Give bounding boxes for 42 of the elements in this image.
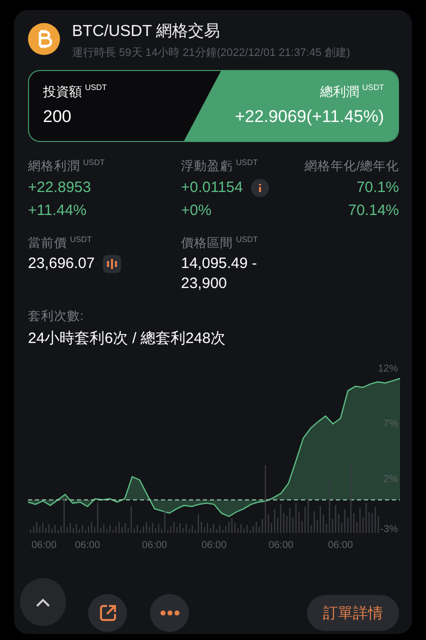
stat-label: 網格利潤 [28,158,80,175]
x-tick-label: 06:00 [268,540,294,551]
x-tick-label: 06:00 [328,540,353,551]
unit-label: USDT [83,158,105,168]
stat-value: +22.8953 [28,178,92,198]
stat-label: 套利次數: [28,308,84,325]
y-tick-label: -3% [380,524,398,535]
stat-value: 70.1% [356,178,399,198]
stat-label: 總利潤 [320,83,360,100]
unit-label: USDT [362,83,384,93]
order-details-button[interactable]: 訂單詳情 [307,595,399,631]
x-tick-label: 06:00 [31,540,57,551]
y-tick-label: 12% [378,364,398,375]
stat-value: 70.14% [348,201,399,221]
unit-label: USDT [85,83,107,93]
candlestick-icon[interactable] [102,255,121,273]
stat-value: +0.01154 [181,178,243,198]
stat-label: 網格年化/總年化 [304,158,399,175]
investment-value: 200 [43,106,72,128]
stat-value: +11.44% [28,201,88,221]
more-icon [160,610,180,616]
arbitrage-count: 24小時套利6次 / 總套利248次 [28,329,227,349]
runtime-text: 運行時長 59天 14小時 21分鐘(2022/12/01 21:37:45 創建) [72,46,350,60]
stat-value: +0% [181,201,212,221]
chevron-up-icon [36,598,50,606]
unit-label: USDT [236,235,258,245]
stat-label: 浮動盈虧 [181,158,233,175]
current-price: 23,696.07 [28,254,95,274]
share-icon [98,604,116,622]
stat-label: 當前價 [28,235,67,252]
bitcoin-icon [28,23,60,55]
page-title: BTC/USDT 網格交易 [72,22,222,42]
info-icon[interactable] [250,178,269,196]
x-tick-label: 06:00 [75,540,100,551]
stat-label: 價格區間 [181,235,233,252]
x-tick-label: 06:00 [142,540,167,551]
unit-label: USDT [236,158,258,168]
unit-label: USDT [70,235,92,245]
x-tick-label: 06:00 [201,540,227,551]
total-profit-value: +22.9069(+11.45%) [234,106,384,128]
stat-label: 投資額 [43,83,82,100]
price-range: 14,095.49 - 23,900 [181,254,258,294]
